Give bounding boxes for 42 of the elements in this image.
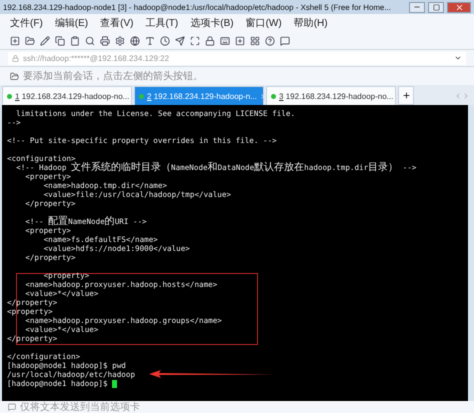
clipboard-icon[interactable] — [70, 36, 80, 46]
lock-icon[interactable] — [205, 36, 215, 46]
menu-item[interactable]: 窗口(W) — [246, 18, 282, 28]
menu-item[interactable]: 编辑(E) — [54, 18, 88, 28]
new-session-icon[interactable] — [10, 36, 20, 46]
folder-icon[interactable] — [25, 36, 35, 46]
font-icon[interactable] — [145, 36, 155, 46]
chat-icon — [8, 403, 16, 411]
keyboard-icon[interactable] — [220, 36, 230, 46]
plus-icon — [402, 91, 410, 100]
search-icon[interactable] — [85, 36, 95, 46]
printer-icon[interactable] — [100, 36, 110, 46]
layout-icon[interactable] — [250, 36, 260, 46]
add-tab-button[interactable] — [398, 86, 414, 105]
close-button[interactable] — [447, 2, 471, 12]
maximize-icon — [432, 4, 440, 10]
close-icon — [454, 2, 464, 12]
maximize-button[interactable] — [428, 2, 444, 12]
copy-icon[interactable] — [55, 36, 65, 46]
clock-icon[interactable] — [160, 36, 170, 46]
close-icon[interactable] — [260, 92, 267, 100]
menu-item[interactable]: 查看(V) — [100, 18, 134, 28]
globe-icon[interactable] — [130, 36, 140, 46]
pencil-icon[interactable] — [40, 36, 50, 46]
compose-text: 仅将文本发送到当前选项卡 — [20, 402, 140, 412]
menu-item[interactable]: 选项卡(B) — [190, 18, 234, 28]
dropdown-icon[interactable] — [454, 54, 462, 62]
menu-item[interactable]: 工具(T) — [145, 18, 178, 28]
minimize-button[interactable] — [409, 2, 425, 12]
plus-box-icon[interactable] — [235, 36, 245, 46]
gear-icon[interactable] — [115, 36, 125, 46]
lock-icon — [12, 54, 19, 62]
session-tab[interactable]: 1 192.168.234.129-hadoop-no... — [2, 86, 132, 105]
menu-item[interactable]: 帮助(H) — [294, 18, 328, 28]
chat-icon[interactable] — [280, 36, 290, 46]
session-tab[interactable]: 3 192.168.234.129-hadoop-no... — [266, 86, 396, 105]
fullscreen-icon[interactable] — [190, 36, 200, 46]
send-icon[interactable] — [175, 36, 185, 46]
hint-text: 要添加当前会话，点击左侧的箭头按钮。 — [23, 70, 203, 83]
session-tab[interactable]: 2 192.168.234.129-hadoop-n... — [134, 86, 264, 105]
menu-item[interactable]: 文件(F) — [10, 18, 43, 28]
help-icon[interactable] — [265, 36, 275, 46]
